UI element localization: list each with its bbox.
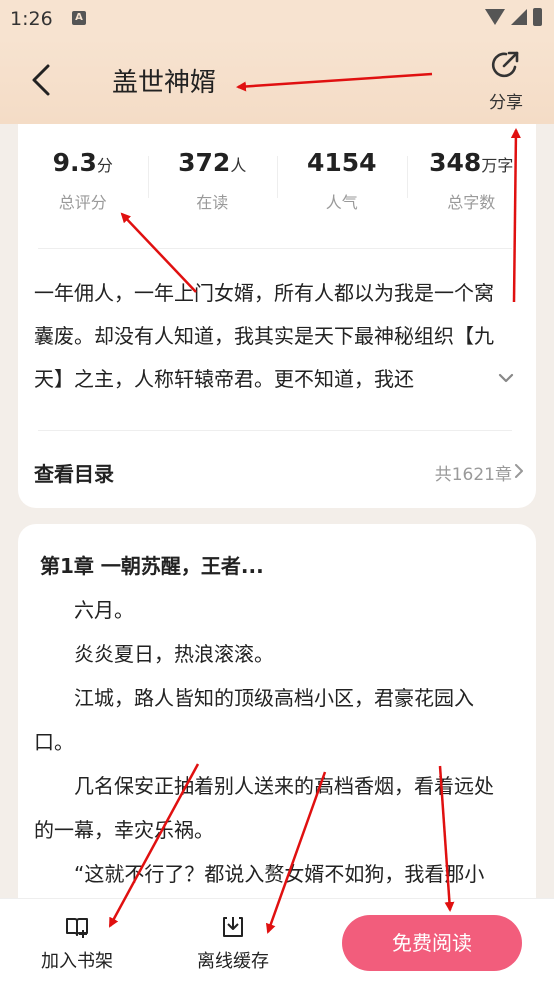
chevron-right-icon	[515, 464, 523, 478]
catalog-title: 查看目录	[34, 462, 114, 486]
book-synopsis[interactable]: 一年佣人，一年上门女婿，所有人都以为我是一个窝囊废。却没有人知道，我其实是天下最…	[34, 272, 512, 401]
chapter-preview-card: 第1章 一朝苏醒，王者... 六月。 炎炎夏日，热浪滚滚。 江城，路人皆知的顶级…	[18, 524, 536, 924]
add-to-shelf-button[interactable]: 加入书架	[36, 913, 118, 973]
chapter-count: 共1621章	[434, 465, 512, 485]
bottom-action-bar: 加入书架 离线缓存 免费阅读	[0, 898, 554, 985]
wifi-icon	[485, 9, 505, 25]
back-button[interactable]	[24, 58, 64, 102]
stat-popularity: 4154 人气	[277, 148, 407, 228]
chapter-paragraph: 六月。	[74, 598, 134, 622]
offline-cache-button[interactable]: 离线缓存	[192, 913, 274, 973]
stat-rating: 9.3分 总评分	[52, 148, 113, 212]
chapter-title: 第1章 一朝苏醒，王者...	[40, 554, 264, 578]
chapter-text: 六月。 炎炎夏日，热浪滚滚。 江城，路人皆知的顶级高档小区，君豪花园入口。 几名…	[34, 588, 512, 896]
chapter-paragraph: 江城，路人皆知的顶级高档小区，君豪花园入口。	[34, 686, 474, 754]
battery-icon	[533, 8, 542, 26]
divider	[38, 430, 512, 431]
add-to-shelf-label: 加入书架	[41, 951, 113, 972]
divider	[38, 248, 512, 249]
stats-row: 9.3分 总评分 372人 在读 4154 人气 348万字 总字数	[18, 148, 536, 228]
share-button[interactable]: 分享	[476, 48, 536, 116]
book-add-icon	[66, 918, 88, 938]
download-icon	[223, 917, 243, 937]
back-arrow-icon	[32, 64, 50, 96]
free-read-button[interactable]: 免费阅读	[342, 915, 522, 971]
chapter-paragraph: 炎炎夏日，热浪滚滚。	[74, 642, 274, 666]
signal-icon	[511, 9, 527, 25]
page-title: 盖世神婿	[112, 68, 217, 98]
notification-icon: A	[72, 11, 86, 25]
status-bar: 1:26 A	[0, 0, 554, 38]
stat-word-count: 348万字 总字数	[406, 148, 537, 228]
share-label: 分享	[489, 93, 523, 113]
stat-reading: 372人 在读	[147, 148, 278, 228]
chevron-down-icon[interactable]	[496, 368, 516, 388]
chapter-paragraph: “这就不行了？都说入赘女婿不如狗，我看那小	[74, 862, 485, 886]
offline-cache-label: 离线缓存	[197, 951, 269, 972]
status-time: 1:26	[10, 8, 53, 30]
header: 盖世神婿 分享	[0, 38, 554, 124]
share-icon	[489, 51, 523, 86]
book-info-card: 9.3分 总评分 372人 在读 4154 人气 348万字 总字数 一年佣人，…	[18, 124, 536, 508]
view-catalog-row[interactable]: 查看目录 共1621章	[34, 444, 524, 496]
chapter-paragraph: 几名保安正抽着别人送来的高档香烟，看着远处的一幕，幸灾乐祸。	[34, 774, 494, 842]
